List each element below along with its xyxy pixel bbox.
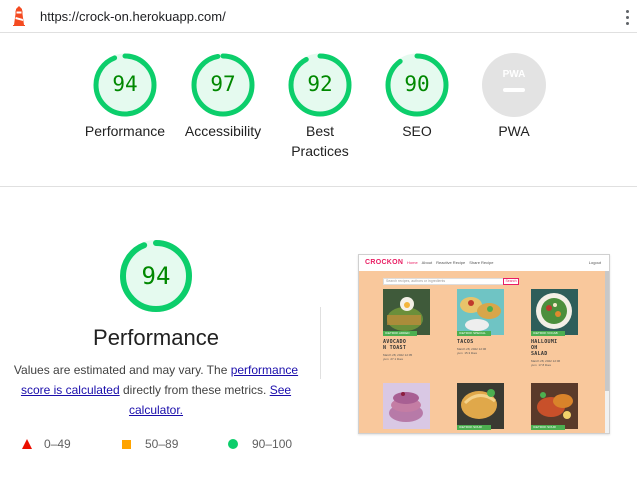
thumb-brand: CROCKON — [365, 259, 404, 266]
desc-text-1: Values are estimated and may vary. The — [13, 363, 231, 377]
performance-gauge-large: 94 — [118, 238, 194, 314]
thumb-card-image — [531, 289, 578, 335]
circle-icon — [228, 439, 238, 449]
score-gauge-performance[interactable]: 94 Performance — [75, 53, 175, 141]
thumb-nav-share: Share Recipe — [469, 260, 494, 265]
lighthouse-icon — [13, 6, 25, 26]
score-value: 97 — [210, 72, 236, 96]
score-value: 92 — [307, 72, 333, 96]
thumb-search-input: Search recipes, authors or ingredients — [383, 278, 519, 285]
thumb-card-image — [457, 383, 504, 429]
thumb-card-image — [383, 289, 430, 335]
thumb-card-meta: March 28, 2022 12:05 yum 27.1 likes — [383, 353, 413, 361]
thumb-body: Search recipes, authors or ingredients S… — [359, 271, 609, 433]
thumb-nav-home: Home — [407, 260, 418, 265]
section-divider — [0, 186, 637, 187]
score-legend: 0–49 50–89 90–100 — [0, 437, 320, 455]
more-menu-icon[interactable] — [621, 6, 633, 28]
address-bar: https://crock-on.herokuapp.com/ — [0, 0, 637, 33]
score-gauge-pwa[interactable]: PWA PWA — [464, 53, 564, 141]
url-text[interactable]: https://crock-on.herokuapp.com/ — [40, 9, 226, 24]
final-screenshot[interactable]: CROCKON Home About Reactive Recipe Share Re… — [358, 254, 610, 434]
score-gauge-accessibility[interactable]: 97 Accessibility — [173, 53, 273, 141]
thumb-navbar: CROCKON Home About Reactive Recipe Share Re… — [359, 255, 609, 271]
score-label: Performance — [84, 123, 166, 139]
legend-pass-label: 90–100 — [252, 437, 293, 451]
thumb-nav-reactive: Reactive Recipe — [436, 260, 466, 265]
score-value: 94 — [112, 72, 138, 96]
pwa-gauge-ring: PWA — [482, 53, 546, 117]
score-label: Best Practices — [291, 123, 349, 159]
thumb-search-button: Search — [503, 278, 519, 285]
thumb-nav-about: About — [421, 260, 433, 265]
thumb-card-meta: March 28, 2022 12:06 yum 17.8 likes — [531, 359, 561, 367]
thumb-logout: Logout — [588, 260, 601, 265]
thumb-card-tag: ICETROK SOUR — [457, 425, 491, 430]
legend-average-label: 50–89 — [145, 437, 179, 451]
score-label: SEO — [402, 123, 432, 139]
legend-pass: 90–100 — [228, 437, 292, 451]
thumb-card-image — [383, 383, 430, 429]
thumb-card-tag: ICETROK SPECIAL — [457, 331, 491, 336]
thumb-card-tag: ICETROK SOUR — [531, 425, 565, 430]
thumb-nav-links: Home About Reactive Recipe Share Recipe — [407, 260, 498, 265]
vertical-separator — [320, 307, 321, 379]
thumb-card-image — [531, 383, 578, 429]
thumb-card-title: AVOCADO N TOAST — [383, 339, 407, 351]
legend-fail-label: 0–49 — [44, 437, 71, 451]
score-gauge-best-practices[interactable]: 92 Best Practices — [270, 53, 370, 161]
performance-score-large: 94 — [141, 262, 171, 290]
thumb-card-tag: ICETROK ADDED — [383, 331, 417, 336]
desc-text-2: directly from these metrics. — [119, 383, 270, 397]
legend-fail: 0–49 — [22, 437, 71, 451]
performance-description: Values are estimated and may vary. The p… — [8, 360, 304, 420]
thumb-card-meta: March 28, 2022 12:06 yum 15.3 likes — [457, 347, 487, 355]
score-value: 90 — [404, 72, 430, 96]
thumb-card-image — [457, 289, 504, 335]
thumb-scrollbar — [605, 271, 609, 433]
thumb-card-tag: ICETROK VOCAB — [531, 331, 565, 336]
performance-title: Performance — [93, 325, 219, 350]
legend-average: 50–89 — [122, 437, 178, 451]
thumb-card-title: HALLOUMI OH SALAD — [531, 339, 558, 357]
triangle-icon — [22, 439, 32, 449]
score-label: Accessibility — [184, 123, 262, 139]
score-gauge-seo[interactable]: 90 SEO — [367, 53, 467, 141]
thumb-card-title: TACOS — [457, 339, 474, 345]
pwa-gauge-glyph: PWA — [503, 69, 526, 80]
square-icon — [122, 439, 131, 449]
score-label: PWA — [498, 123, 530, 139]
